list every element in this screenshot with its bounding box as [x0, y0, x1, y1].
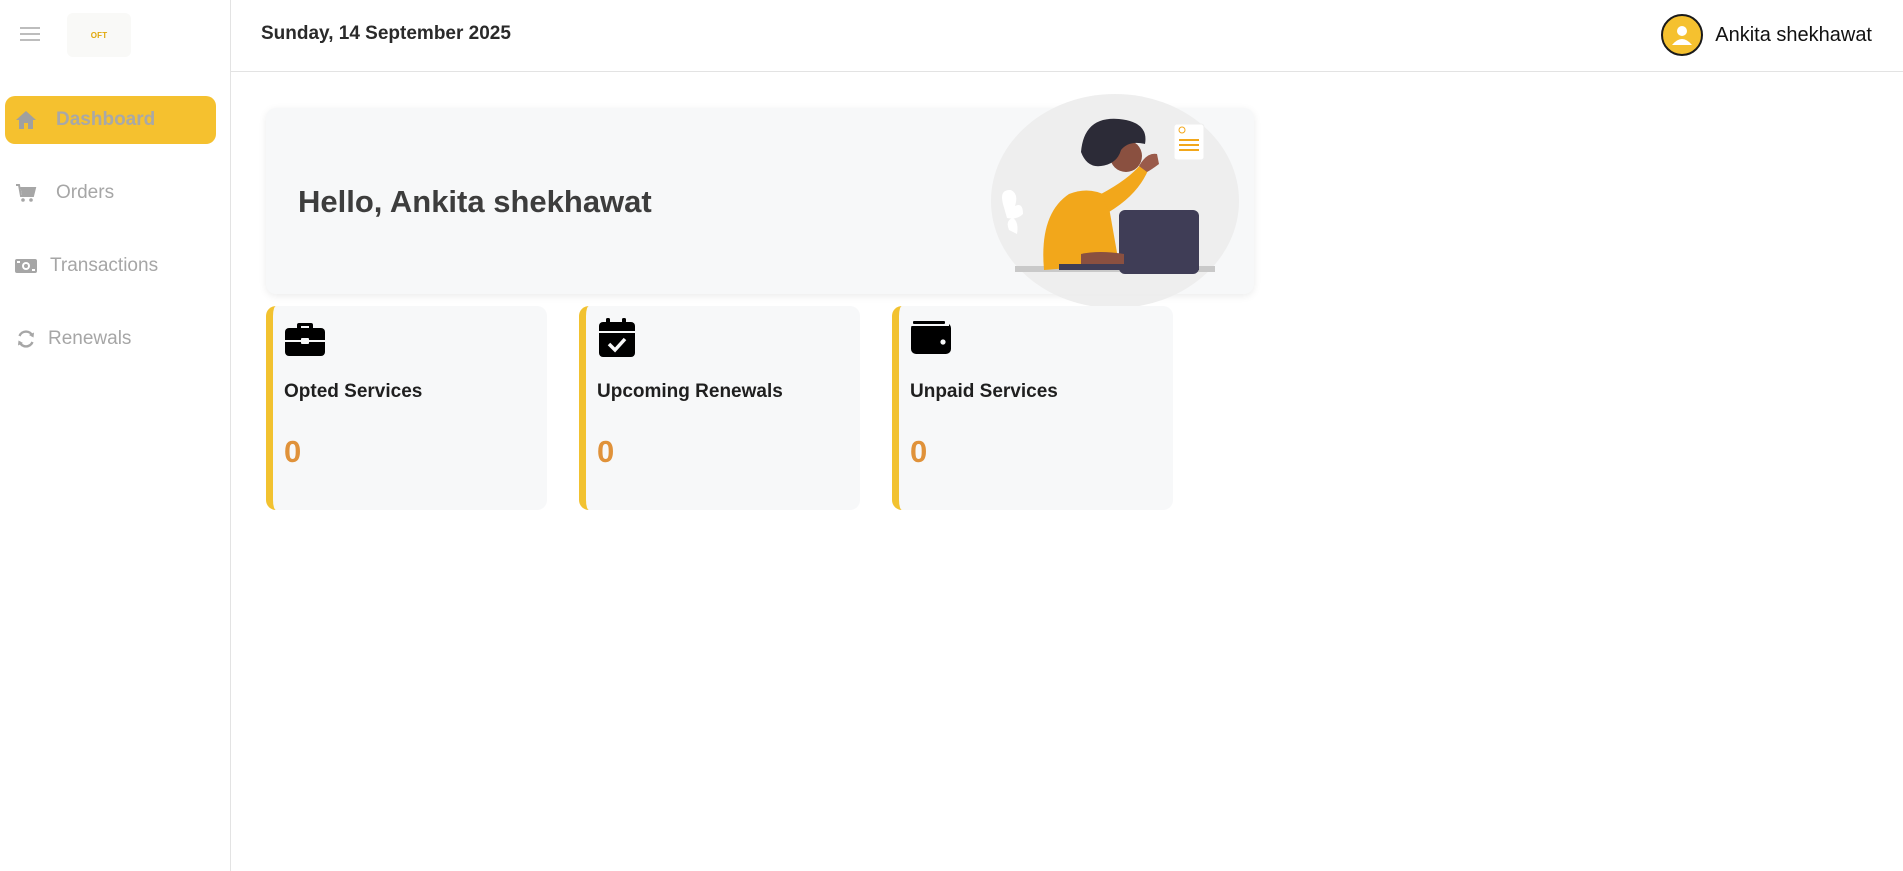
sidebar-item-orders[interactable]: Orders — [5, 169, 216, 217]
card-title: Unpaid Services — [910, 381, 1058, 402]
user-menu[interactable]: Ankita shekhawat — [1661, 14, 1872, 56]
user-avatar-icon — [1661, 14, 1704, 56]
card-value: 0 — [284, 434, 302, 469]
top-header: Sunday, 14 September 2025 Ankita shekhaw… — [231, 0, 1903, 72]
money-icon — [14, 254, 38, 278]
card-value: 0 — [597, 434, 615, 469]
sidebar-item-renewals[interactable]: Renewals — [5, 315, 216, 363]
wallet-icon — [910, 316, 952, 358]
logo[interactable]: OFT — [67, 13, 131, 57]
card-title: Upcoming Renewals — [597, 381, 783, 402]
sidebar-nav: Dashboard Orders Transactions Renewals — [5, 96, 216, 388]
greeting-heading: Hello, Ankita shekhawat — [298, 184, 652, 219]
logo-text: OFT — [90, 30, 108, 40]
sidebar-item-label: Renewals — [48, 328, 132, 349]
refresh-icon — [14, 327, 38, 351]
cart-icon — [14, 181, 38, 205]
sidebar-item-label: Transactions — [50, 255, 159, 276]
app-root: OFT Dashboard Orders Transactions Renewa… — [0, 0, 1903, 871]
sidebar-item-transactions[interactable]: Transactions — [5, 242, 216, 290]
briefcase-icon — [284, 316, 326, 358]
user-name: Ankita shekhawat — [1715, 23, 1872, 46]
current-date: Sunday, 14 September 2025 — [261, 23, 511, 44]
card-value: 0 — [910, 434, 928, 469]
sidebar: OFT Dashboard Orders Transactions Renewa… — [0, 0, 231, 871]
hamburger-icon[interactable] — [20, 24, 40, 44]
card-title: Opted Services — [284, 381, 423, 402]
stat-card-opted-services[interactable]: Opted Services 0 — [266, 306, 547, 510]
stat-card-unpaid-services[interactable]: Unpaid Services 0 — [892, 306, 1173, 510]
sidebar-item-dashboard[interactable]: Dashboard — [5, 96, 216, 144]
stat-card-upcoming-renewals[interactable]: Upcoming Renewals 0 — [579, 306, 860, 510]
calendar-check-icon — [597, 316, 639, 358]
home-icon — [14, 108, 38, 132]
woman-laptop-illustration — [991, 94, 1239, 308]
sidebar-item-label: Orders — [56, 182, 115, 203]
sidebar-item-label: Dashboard — [56, 109, 156, 130]
